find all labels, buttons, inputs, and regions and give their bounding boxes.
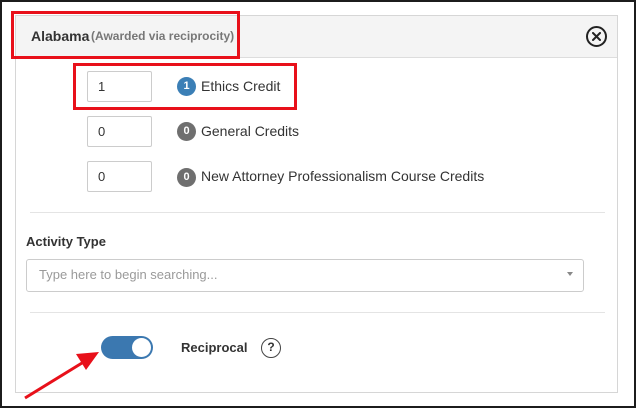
activity-type-label: Activity Type <box>26 234 106 249</box>
general-credits-badge: 0 <box>177 122 196 141</box>
activity-type-select[interactable] <box>26 259 584 292</box>
reciprocity-note: (Awarded via reciprocity) <box>91 29 235 43</box>
general-credits-label: General Credits <box>201 123 300 139</box>
reciprocal-label: Reciprocal <box>181 340 248 355</box>
activity-type-search-input[interactable] <box>39 267 539 282</box>
ethics-credit-input[interactable] <box>87 71 152 102</box>
divider <box>30 212 605 213</box>
state-name: Alabama <box>31 28 90 44</box>
new-attorney-credits-input[interactable] <box>87 161 152 192</box>
close-icon[interactable] <box>586 26 607 47</box>
ethics-credit-label: Ethics Credit <box>201 78 281 94</box>
reciprocal-toggle[interactable] <box>101 336 153 359</box>
divider <box>30 312 605 313</box>
new-attorney-credits-label: New Attorney Professionalism Course Cred… <box>201 168 485 184</box>
toggle-knob <box>132 338 151 357</box>
caret-down-icon[interactable] <box>567 272 573 276</box>
help-icon[interactable]: ? <box>261 338 281 358</box>
new-attorney-credits-badge: 0 <box>177 168 196 187</box>
general-credits-input[interactable] <box>87 116 152 147</box>
panel-header: Alabama (Awarded via reciprocity) <box>16 16 617 58</box>
ethics-credit-badge: 1 <box>177 77 196 96</box>
